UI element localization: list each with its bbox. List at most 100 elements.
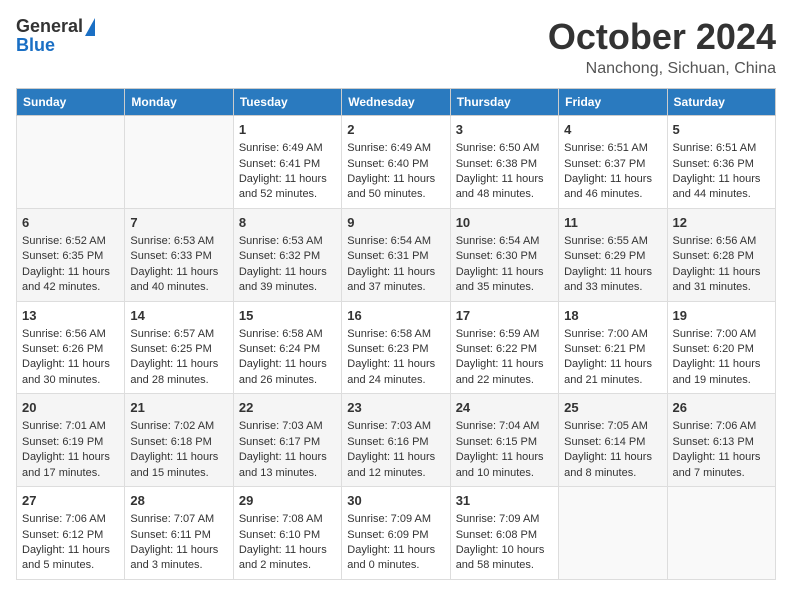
table-row: 14Sunrise: 6:57 AMSunset: 6:25 PMDayligh…	[125, 301, 233, 394]
table-row: 6Sunrise: 6:52 AMSunset: 6:35 PMDaylight…	[17, 208, 125, 301]
sunset-text: Sunset: 6:18 PM	[130, 435, 227, 450]
sunset-text: Sunset: 6:35 PM	[22, 249, 119, 264]
table-row: 24Sunrise: 7:04 AMSunset: 6:15 PMDayligh…	[450, 394, 558, 487]
sunset-text: Sunset: 6:17 PM	[239, 435, 336, 450]
day-number: 28	[130, 492, 227, 510]
calendar-header-row: Sunday Monday Tuesday Wednesday Thursday…	[17, 89, 776, 116]
sunrise-text: Sunrise: 6:51 AM	[673, 141, 770, 156]
sunrise-text: Sunrise: 6:57 AM	[130, 327, 227, 342]
sunset-text: Sunset: 6:41 PM	[239, 157, 336, 172]
daylight-text: Daylight: 11 hours and 19 minutes.	[673, 357, 770, 388]
sunrise-text: Sunrise: 6:54 AM	[347, 234, 444, 249]
day-number: 26	[673, 399, 770, 417]
table-row	[125, 116, 233, 209]
table-row: 23Sunrise: 7:03 AMSunset: 6:16 PMDayligh…	[342, 394, 450, 487]
sunrise-text: Sunrise: 7:09 AM	[456, 512, 553, 527]
daylight-text: Daylight: 11 hours and 46 minutes.	[564, 172, 661, 203]
sunset-text: Sunset: 6:33 PM	[130, 249, 227, 264]
sunrise-text: Sunrise: 6:56 AM	[22, 327, 119, 342]
table-row: 7Sunrise: 6:53 AMSunset: 6:33 PMDaylight…	[125, 208, 233, 301]
daylight-text: Daylight: 11 hours and 42 minutes.	[22, 265, 119, 296]
table-row: 3Sunrise: 6:50 AMSunset: 6:38 PMDaylight…	[450, 116, 558, 209]
table-row: 13Sunrise: 6:56 AMSunset: 6:26 PMDayligh…	[17, 301, 125, 394]
daylight-text: Daylight: 11 hours and 0 minutes.	[347, 543, 444, 574]
sunset-text: Sunset: 6:11 PM	[130, 528, 227, 543]
table-row: 26Sunrise: 7:06 AMSunset: 6:13 PMDayligh…	[667, 394, 775, 487]
col-saturday: Saturday	[667, 89, 775, 116]
sunrise-text: Sunrise: 6:59 AM	[456, 327, 553, 342]
day-number: 19	[673, 307, 770, 325]
sunset-text: Sunset: 6:32 PM	[239, 249, 336, 264]
sunset-text: Sunset: 6:25 PM	[130, 342, 227, 357]
table-row: 11Sunrise: 6:55 AMSunset: 6:29 PMDayligh…	[559, 208, 667, 301]
daylight-text: Daylight: 11 hours and 31 minutes.	[673, 265, 770, 296]
daylight-text: Daylight: 11 hours and 48 minutes.	[456, 172, 553, 203]
daylight-text: Daylight: 11 hours and 17 minutes.	[22, 450, 119, 481]
daylight-text: Daylight: 11 hours and 22 minutes.	[456, 357, 553, 388]
col-wednesday: Wednesday	[342, 89, 450, 116]
day-number: 22	[239, 399, 336, 417]
day-number: 9	[347, 214, 444, 232]
day-number: 10	[456, 214, 553, 232]
sunrise-text: Sunrise: 7:09 AM	[347, 512, 444, 527]
table-row	[17, 116, 125, 209]
calendar-week-row: 13Sunrise: 6:56 AMSunset: 6:26 PMDayligh…	[17, 301, 776, 394]
col-friday: Friday	[559, 89, 667, 116]
day-number: 25	[564, 399, 661, 417]
sunset-text: Sunset: 6:20 PM	[673, 342, 770, 357]
calendar-table: Sunday Monday Tuesday Wednesday Thursday…	[16, 88, 776, 580]
table-row: 18Sunrise: 7:00 AMSunset: 6:21 PMDayligh…	[559, 301, 667, 394]
sunrise-text: Sunrise: 6:55 AM	[564, 234, 661, 249]
day-number: 3	[456, 121, 553, 139]
daylight-text: Daylight: 11 hours and 15 minutes.	[130, 450, 227, 481]
sunrise-text: Sunrise: 6:58 AM	[239, 327, 336, 342]
day-number: 31	[456, 492, 553, 510]
sunrise-text: Sunrise: 7:07 AM	[130, 512, 227, 527]
daylight-text: Daylight: 11 hours and 21 minutes.	[564, 357, 661, 388]
sunrise-text: Sunrise: 6:49 AM	[347, 141, 444, 156]
table-row: 29Sunrise: 7:08 AMSunset: 6:10 PMDayligh…	[233, 487, 341, 580]
month-title: October 2024	[548, 16, 776, 58]
sunset-text: Sunset: 6:37 PM	[564, 157, 661, 172]
table-row	[559, 487, 667, 580]
day-number: 16	[347, 307, 444, 325]
table-row: 5Sunrise: 6:51 AMSunset: 6:36 PMDaylight…	[667, 116, 775, 209]
day-number: 2	[347, 121, 444, 139]
logo-triangle-icon	[85, 18, 95, 36]
table-row: 2Sunrise: 6:49 AMSunset: 6:40 PMDaylight…	[342, 116, 450, 209]
calendar-week-row: 6Sunrise: 6:52 AMSunset: 6:35 PMDaylight…	[17, 208, 776, 301]
table-row: 17Sunrise: 6:59 AMSunset: 6:22 PMDayligh…	[450, 301, 558, 394]
sunset-text: Sunset: 6:22 PM	[456, 342, 553, 357]
table-row: 30Sunrise: 7:09 AMSunset: 6:09 PMDayligh…	[342, 487, 450, 580]
sunset-text: Sunset: 6:31 PM	[347, 249, 444, 264]
table-row: 31Sunrise: 7:09 AMSunset: 6:08 PMDayligh…	[450, 487, 558, 580]
sunset-text: Sunset: 6:29 PM	[564, 249, 661, 264]
sunset-text: Sunset: 6:36 PM	[673, 157, 770, 172]
table-row: 25Sunrise: 7:05 AMSunset: 6:14 PMDayligh…	[559, 394, 667, 487]
daylight-text: Daylight: 11 hours and 8 minutes.	[564, 450, 661, 481]
day-number: 6	[22, 214, 119, 232]
day-number: 5	[673, 121, 770, 139]
sunset-text: Sunset: 6:26 PM	[22, 342, 119, 357]
table-row: 4Sunrise: 6:51 AMSunset: 6:37 PMDaylight…	[559, 116, 667, 209]
sunset-text: Sunset: 6:28 PM	[673, 249, 770, 264]
sunset-text: Sunset: 6:16 PM	[347, 435, 444, 450]
sunrise-text: Sunrise: 6:56 AM	[673, 234, 770, 249]
day-number: 4	[564, 121, 661, 139]
sunset-text: Sunset: 6:21 PM	[564, 342, 661, 357]
day-number: 11	[564, 214, 661, 232]
calendar-week-row: 1Sunrise: 6:49 AMSunset: 6:41 PMDaylight…	[17, 116, 776, 209]
sunset-text: Sunset: 6:24 PM	[239, 342, 336, 357]
sunrise-text: Sunrise: 6:50 AM	[456, 141, 553, 156]
daylight-text: Daylight: 11 hours and 24 minutes.	[347, 357, 444, 388]
table-row: 20Sunrise: 7:01 AMSunset: 6:19 PMDayligh…	[17, 394, 125, 487]
sunrise-text: Sunrise: 7:02 AM	[130, 419, 227, 434]
sunset-text: Sunset: 6:13 PM	[673, 435, 770, 450]
daylight-text: Daylight: 11 hours and 52 minutes.	[239, 172, 336, 203]
page-header: General Blue October 2024 Nanchong, Sich…	[16, 16, 776, 78]
daylight-text: Daylight: 11 hours and 3 minutes.	[130, 543, 227, 574]
day-number: 8	[239, 214, 336, 232]
day-number: 24	[456, 399, 553, 417]
sunset-text: Sunset: 6:08 PM	[456, 528, 553, 543]
daylight-text: Daylight: 11 hours and 12 minutes.	[347, 450, 444, 481]
